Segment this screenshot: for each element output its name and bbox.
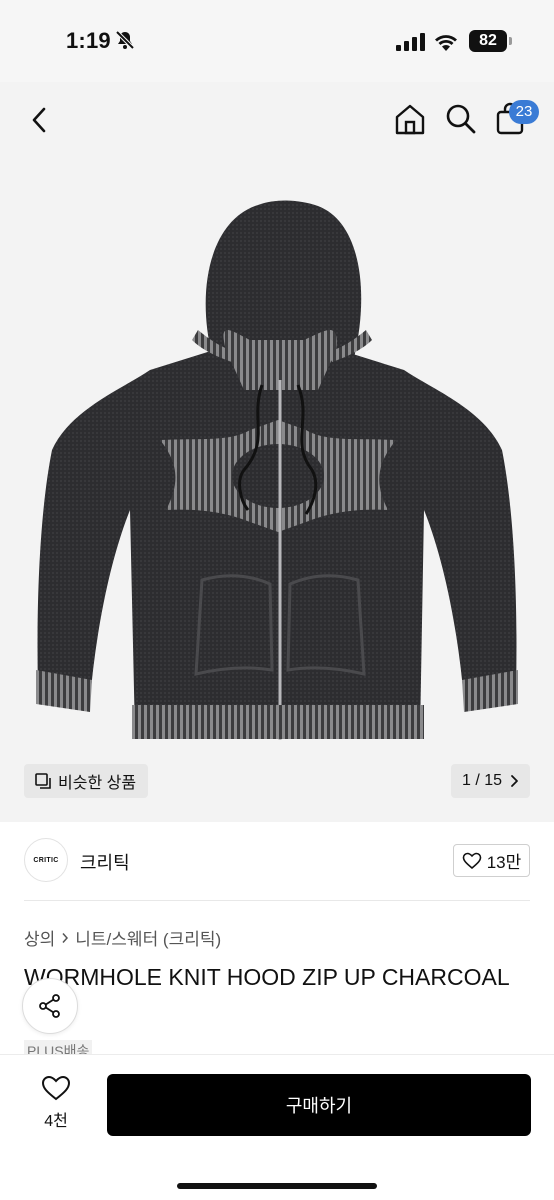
battery-indicator: 82 bbox=[469, 30, 507, 52]
product-photo bbox=[36, 200, 518, 740]
wishlist-count: 4천 bbox=[44, 1113, 68, 1130]
breadcrumb-category[interactable]: 상의 bbox=[24, 925, 55, 950]
chevron-right-icon bbox=[62, 932, 69, 943]
cellular-signal-icon bbox=[396, 33, 425, 51]
home-indicator bbox=[177, 1183, 377, 1189]
bell-slash-icon bbox=[115, 30, 135, 50]
status-bar: 1:19 82 bbox=[0, 0, 554, 82]
share-icon bbox=[39, 994, 60, 1018]
similar-products-label: 비슷한 상품 bbox=[58, 775, 137, 792]
wifi-icon bbox=[435, 35, 457, 51]
breadcrumb: 상의 니트/스웨터 (크리틱) bbox=[24, 925, 221, 950]
image-page-indicator[interactable]: 1 / 15 bbox=[451, 764, 530, 798]
heart-icon bbox=[41, 1075, 71, 1101]
status-time: 1:19 bbox=[66, 28, 111, 53]
seller-like-count: 13만 bbox=[486, 853, 522, 872]
similar-products-icon bbox=[35, 773, 51, 789]
buy-button[interactable]: 구매하기 bbox=[107, 1074, 531, 1136]
battery-tip bbox=[509, 37, 512, 45]
divider bbox=[24, 900, 530, 901]
seller-logo[interactable]: CRITIC bbox=[24, 838, 68, 882]
page-indicator-text: 1 / 15 bbox=[461, 772, 503, 789]
wishlist-button[interactable]: 4천 bbox=[30, 1075, 82, 1139]
cart-count-badge: 23 bbox=[509, 100, 539, 124]
heart-icon bbox=[462, 852, 482, 869]
seller-name[interactable]: 크리틱 bbox=[80, 849, 130, 875]
seller-row[interactable]: CRITIC 크리틱 13만 bbox=[0, 822, 554, 900]
share-button[interactable] bbox=[22, 978, 78, 1034]
back-arrow-icon[interactable] bbox=[26, 104, 54, 136]
similar-products-button[interactable]: 비슷한 상품 bbox=[24, 764, 148, 798]
search-icon[interactable] bbox=[444, 102, 478, 136]
chevron-right-icon bbox=[511, 775, 518, 787]
product-title: WORMHOLE KNIT HOOD ZIP UP CHARCOAL bbox=[24, 964, 510, 990]
home-icon[interactable] bbox=[393, 102, 427, 136]
seller-like-button[interactable]: 13만 bbox=[453, 844, 530, 877]
bottom-action-bar: 4천 구매하기 bbox=[0, 1054, 554, 1200]
breadcrumb-subcategory[interactable]: 니트/스웨터 (크리틱) bbox=[75, 925, 221, 950]
